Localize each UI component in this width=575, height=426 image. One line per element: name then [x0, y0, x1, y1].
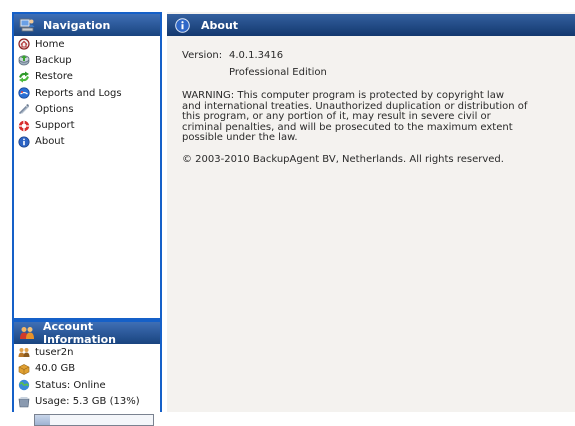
users-icon — [20, 327, 34, 339]
account-username-value: tuser2n — [35, 346, 74, 358]
nav-item-restore[interactable]: Restore — [14, 69, 160, 85]
restore-icon — [19, 71, 29, 83]
usage-icon — [18, 396, 30, 408]
nav-item-support[interactable]: Support — [14, 117, 160, 133]
edition-text: Professional Edition — [229, 67, 327, 78]
nav-label-options: Options — [35, 103, 74, 115]
copyright-warning: WARNING: This computer program is protec… — [182, 90, 532, 144]
nav-item-reports-and-logs[interactable]: Reports and Logs — [14, 85, 160, 101]
options-icon — [18, 104, 29, 115]
user-icon — [18, 348, 30, 358]
nav-label-home: Home — [35, 38, 65, 50]
nav-label-restore: Restore — [35, 71, 73, 83]
status-icon — [18, 380, 30, 391]
home-icon — [18, 38, 30, 50]
account-usage: Usage: 5.3 GB (13%) — [14, 394, 160, 411]
account-status: Status: Online — [14, 377, 160, 394]
nav-item-home[interactable]: Home — [14, 36, 160, 52]
info-icon — [18, 136, 30, 148]
about-title: About — [201, 18, 239, 32]
nav-item-options[interactable]: Options — [14, 101, 160, 117]
account-quota: 40.0 GB — [14, 361, 160, 378]
info-icon — [175, 17, 190, 33]
warning-line: possible under the law. — [182, 132, 298, 144]
user-computer-icon — [19, 18, 35, 32]
usage-progress-fill — [35, 415, 51, 425]
navigation-title: Navigation — [43, 18, 111, 32]
nav-label-backup: Backup — [35, 54, 72, 66]
version-value: 4.0.1.3416 — [229, 49, 284, 61]
account-information-title: Account Information — [43, 320, 116, 346]
account-information-header: Account Information — [14, 320, 160, 346]
support-icon — [18, 120, 30, 131]
navigation-list: Home Backup Restore Reports and Logs Opt… — [14, 36, 160, 318]
account-quota-value: 40.0 GB — [35, 363, 76, 375]
sidebar: Navigation Home Backup Restore Reports a… — [12, 12, 162, 426]
about-content: Version: 4.0.1.3416 Professional Edition… — [182, 48, 565, 165]
account-status-value: Status: Online — [35, 379, 106, 391]
warning-line: WARNING: This computer program is protec… — [182, 90, 505, 101]
nav-label-support: Support — [35, 120, 75, 132]
usage-progress-bar — [34, 414, 154, 426]
version-label: Version: — [182, 49, 223, 61]
account-usage-value: Usage: 5.3 GB (13%) — [35, 396, 140, 408]
navigation-header: Navigation — [14, 14, 160, 36]
about-header: About — [167, 14, 575, 36]
app-window: Navigation Home Backup Restore Reports a… — [0, 0, 575, 426]
main-panel: About Version: 4.0.1.3416 Professional E… — [167, 12, 575, 412]
storage-icon — [18, 363, 30, 375]
nav-item-backup[interactable]: Backup — [14, 52, 160, 68]
nav-label-about: About — [35, 136, 65, 148]
nav-item-about[interactable]: About — [14, 134, 160, 150]
copyright-notice: © 2003-2010 BackupAgent BV, Netherlands.… — [182, 153, 504, 165]
nav-label-reports-and-logs: Reports and Logs — [35, 87, 122, 99]
reports-icon — [18, 87, 30, 99]
account-information-list: tuser2n 40.0 GB Status: Online Usage: 5.… — [14, 344, 160, 412]
backup-icon — [18, 55, 30, 66]
account-username: tuser2n — [14, 344, 160, 361]
version-row: Version: 4.0.1.3416 — [182, 48, 565, 62]
